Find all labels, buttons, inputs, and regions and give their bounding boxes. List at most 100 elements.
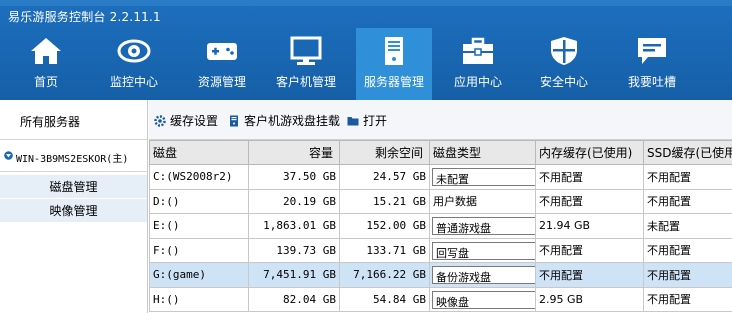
table-row[interactable]: E:() 1,863.01 GB 152.00 GB 普通游戏盘 21.94 GB 未配置	[149, 213, 732, 239]
sidebar-item-disk-management[interactable]: 磁盘管理	[0, 175, 147, 199]
mem-cache-cell: 不用配置	[535, 188, 644, 214]
column-header-disk[interactable]: 磁盘	[149, 140, 249, 165]
disk-cell: E:()	[149, 213, 249, 239]
mem-cache-cell: 不用配置	[535, 237, 644, 263]
disk-type-cell: 回写盘	[429, 237, 536, 263]
cache-settings-label: 缓存设置	[170, 114, 219, 128]
open-label: 打开	[363, 114, 388, 128]
disk-type-value: 普通游戏盘	[436, 222, 491, 236]
disk-type-select[interactable]: 普通游戏盘	[432, 217, 535, 236]
nav-apps-label: 应用中心	[453, 75, 502, 89]
disk-toolbar: 缓存设置 客户机游戏盘挂载 打开	[149, 100, 732, 140]
free-space-cell: 152.00 GB	[339, 213, 430, 239]
ssd-cache-cell: 未配置	[643, 213, 732, 239]
capacity-cell: 1,863.01 GB	[248, 213, 340, 239]
open-button[interactable]: 打开	[347, 112, 387, 128]
shield-icon	[551, 37, 577, 65]
table-header-row: 磁盘 容量 剩余空间 磁盘类型 内存缓存(已使用) SSD缓存(已使用	[149, 140, 732, 165]
app-title: 易乐游服务控制台 2.2.11.1	[8, 10, 161, 24]
column-header-capacity[interactable]: 容量	[248, 140, 340, 165]
disk-cell: D:()	[149, 188, 249, 214]
capacity-cell: 7,451.91 GB	[248, 262, 340, 288]
mem-cache-cell: 不用配置	[535, 262, 644, 288]
column-header-free[interactable]: 剩余空间	[339, 140, 430, 165]
free-space-cell: 24.57 GB	[339, 164, 430, 190]
disk-cell: C:(WS2008r2)	[149, 164, 249, 190]
top-nav-bar: 易乐游服务控制台 2.2.11.1 首页 监控中心 资源管理 客户机管理 服务器…	[0, 0, 732, 100]
nav-servers-label: 服务器管理	[363, 75, 424, 89]
mem-cache-cell: 不用配置	[535, 164, 644, 190]
server-name: WIN-3B9MS2ESKOR(主)	[16, 154, 129, 165]
disk-type-select[interactable]: 未配置	[432, 168, 535, 187]
client-disk-mount-label: 客户机游戏盘挂载	[244, 114, 341, 128]
server-tree-node[interactable]: WIN-3B9MS2ESKOR(主)	[0, 140, 147, 172]
sidebar-item-image-management[interactable]: 映像管理	[0, 199, 147, 223]
nav-monitor-label: 监控中心	[109, 75, 158, 89]
eye-icon	[117, 39, 151, 63]
disk-type-value: 备份游戏盘	[436, 271, 491, 285]
disk-type-cell: 映像盘	[429, 286, 536, 312]
disk-type-value: 未配置	[436, 173, 469, 187]
nav-security-label: 安全中心	[539, 75, 588, 89]
table-row[interactable]: G:(game) 7,451.91 GB 7,166.22 GB 备份游戏盘 不用配置不…	[149, 262, 732, 288]
disk-type-cell: 普通游戏盘	[429, 213, 536, 239]
disk-type-select[interactable]: 映像盘	[432, 290, 535, 309]
nav-clients[interactable]: 客户机管理	[268, 28, 344, 100]
chat-icon	[638, 38, 666, 64]
server-tree-panel: 所有服务器 WIN-3B9MS2ESKOR(主) 磁盘管理 映像管理	[0, 100, 148, 313]
disk-type-value: 回写盘	[436, 246, 469, 260]
table-row[interactable]: D:() 20.19 GB 15.21 GB 用户数据 不用配置 不用配置	[149, 188, 732, 214]
ssd-cache-cell: 不用配置	[643, 286, 732, 312]
table-row[interactable]: H:() 82.04 GB 54.84 GB 映像盘 2.95 GB 不用配置	[149, 286, 732, 312]
nav-monitor[interactable]: 监控中心	[96, 28, 172, 100]
nav-feedback[interactable]: 我要吐槽	[614, 28, 690, 100]
disk-table-body: C:(WS2008r2) 37.50 GB 24.57 GB 未配置 不用配置 不用配置 D…	[149, 164, 732, 312]
all-servers-label: 所有服务器	[20, 115, 81, 129]
nav-apps[interactable]: 应用中心	[440, 28, 516, 100]
nav-clients-label: 客户机管理	[275, 75, 336, 89]
disk-mount-icon	[230, 115, 238, 127]
disk-table-container: 磁盘 容量 剩余空间 磁盘类型 内存缓存(已使用) SSD缓存(已使用 C:(W…	[149, 140, 732, 313]
mem-cache-cell: 21.94 GB	[535, 213, 644, 239]
ssd-cache-cell: 不用配置	[643, 164, 732, 190]
column-header-disk-type[interactable]: 磁盘类型	[429, 140, 536, 165]
ssd-cache-cell: 不用配置	[643, 262, 732, 288]
disk-cell: G:(game)	[149, 262, 249, 288]
capacity-cell: 20.19 GB	[248, 188, 340, 214]
disk-type-cell: 备份游戏盘	[429, 262, 536, 288]
free-space-cell: 54.84 GB	[339, 286, 430, 312]
disk-type-select[interactable]: 回写盘	[432, 241, 535, 260]
monitor-icon	[290, 36, 322, 65]
toolbox-icon	[463, 37, 493, 64]
ssd-cache-cell: 不用配置	[643, 237, 732, 263]
disk-type-select[interactable]: 备份游戏盘	[432, 266, 535, 285]
table-row[interactable]: F:() 139.73 GB 133.71 GB 回写盘 不用配置 不用配置	[149, 237, 732, 263]
disk-type-cell: 用户数据	[429, 188, 536, 214]
mem-cache-cell: 2.95 GB	[535, 286, 644, 312]
nav-resources-label: 资源管理	[197, 75, 246, 89]
disk-cell: F:()	[149, 237, 249, 263]
server-icon	[385, 37, 403, 65]
disk-table: 磁盘 容量 剩余空间 磁盘类型 内存缓存(已使用) SSD缓存(已使用 C:(W…	[149, 140, 732, 312]
chevron-down-icon[interactable]	[4, 151, 13, 160]
free-space-cell: 133.71 GB	[339, 237, 430, 263]
disk-cell: H:()	[149, 286, 249, 312]
nav-resources[interactable]: 资源管理	[184, 28, 260, 100]
column-header-ssd-cache[interactable]: SSD缓存(已使用	[643, 140, 732, 165]
cache-settings-button[interactable]: 缓存设置	[154, 112, 218, 128]
home-icon	[31, 38, 61, 64]
column-header-mem-cache[interactable]: 内存缓存(已使用)	[535, 140, 644, 165]
sidebar-item-label: 映像管理	[49, 204, 98, 218]
client-disk-mount-button[interactable]: 客户机游戏盘挂载	[228, 112, 340, 128]
nav-feedback-label: 我要吐槽	[627, 75, 676, 89]
nav-security[interactable]: 安全中心	[526, 28, 602, 100]
ssd-cache-cell: 不用配置	[643, 188, 732, 214]
nav-home-label: 首页	[33, 75, 58, 89]
free-space-cell: 7,166.22 GB	[339, 262, 430, 288]
table-row[interactable]: C:(WS2008r2) 37.50 GB 24.57 GB 未配置 不用配置 不用配置	[149, 164, 732, 190]
nav-servers[interactable]: 服务器管理	[356, 28, 432, 100]
disk-type-cell: 未配置	[429, 164, 536, 190]
free-space-cell: 15.21 GB	[339, 188, 430, 214]
nav-home[interactable]: 首页	[8, 28, 84, 100]
all-servers-item[interactable]: 所有服务器	[0, 100, 147, 140]
